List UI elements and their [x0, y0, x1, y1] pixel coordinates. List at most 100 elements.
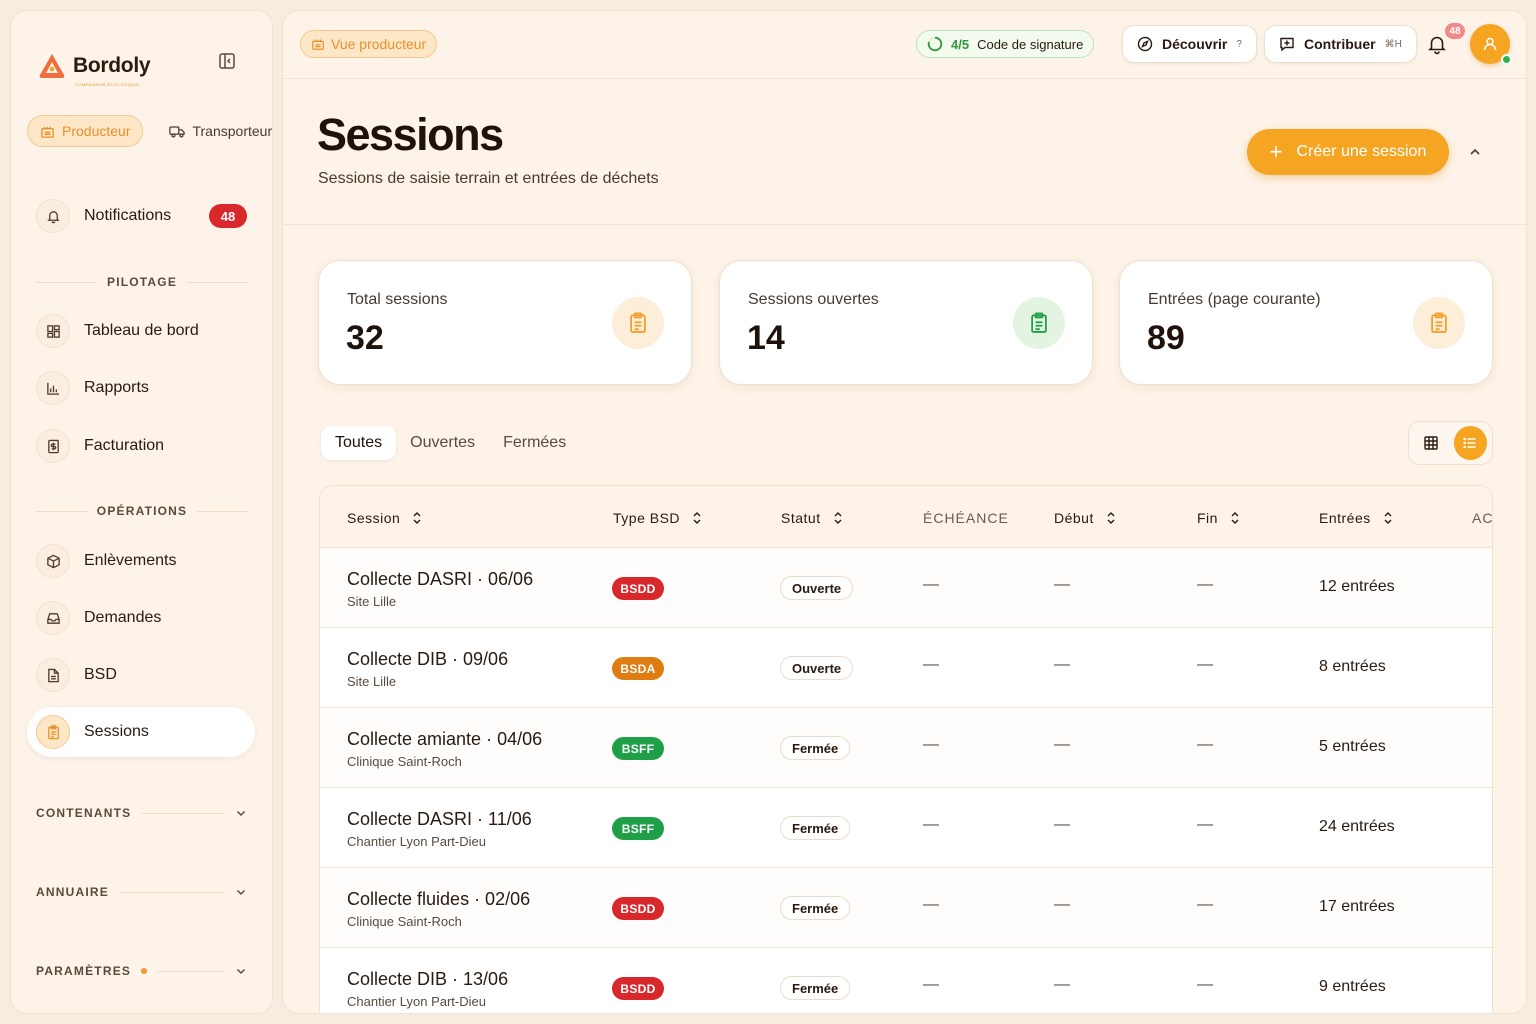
section-operations-label: OPÉRATIONS [96, 504, 188, 518]
factory-icon [41, 126, 54, 138]
role-switch: Producteur Transporteur [27, 115, 284, 147]
fin-value: — [1197, 656, 1213, 673]
fin-value: — [1197, 736, 1213, 753]
section-parametres-label: PARAMÈTRES [36, 964, 132, 978]
session-title[interactable]: Collecte DIB · 09/06 [347, 649, 508, 670]
column-header-type-bsd[interactable]: Type BSD [613, 510, 704, 526]
echeance-value: — [923, 976, 939, 993]
fin-value: — [1197, 816, 1213, 833]
stat-card-entrees: Entrées (page courante) 89 [1119, 260, 1493, 385]
session-title[interactable]: Collecte fluides · 02/06 [347, 889, 530, 910]
session-title[interactable]: Collecte DIB · 13/06 [347, 969, 508, 990]
brand-logo[interactable]: Bordoly [37, 51, 151, 81]
sort-icon [413, 512, 421, 524]
section-parametres[interactable]: PARAMÈTRES [36, 964, 248, 978]
invoice-icon [36, 429, 70, 463]
debut-value: — [1054, 736, 1070, 753]
bell-icon[interactable] [1426, 33, 1448, 55]
column-header-session[interactable]: Session [347, 510, 424, 526]
column-label: Entrées [1319, 510, 1371, 526]
clipboard-icon [1013, 297, 1065, 349]
status-badge: Fermée [780, 896, 851, 920]
bell-icon [36, 199, 70, 233]
sidebar-item-rapports[interactable]: Rapports [27, 363, 255, 413]
sort-icon [1107, 512, 1115, 524]
session-site: Clinique Saint-Roch [347, 754, 462, 769]
document-icon [36, 658, 70, 692]
sort-icon [834, 512, 842, 524]
session-title[interactable]: Collecte DASRI · 11/06 [347, 809, 532, 830]
debut-value: — [1054, 816, 1070, 833]
table-row[interactable]: Collecte DIB · 09/06 Site Lille BSDA Ouv… [320, 628, 1492, 708]
sidebar-item-label: Sessions [84, 723, 149, 740]
create-session-button[interactable]: + Créer une session [1247, 129, 1449, 175]
role-producteur[interactable]: Producteur [27, 115, 144, 147]
discover-hint: ? [1236, 38, 1242, 50]
section-contenants[interactable]: CONTENANTS [36, 806, 248, 820]
bsd-type-badge: BSFF [612, 817, 664, 840]
role-producteur-label: Producteur [62, 123, 131, 139]
column-header-statut[interactable]: Statut [781, 510, 845, 526]
discover-button[interactable]: Découvrir ? [1122, 25, 1257, 63]
table-row[interactable]: Collecte DASRI · 06/06 Site Lille BSDD O… [320, 548, 1492, 628]
list-view-button[interactable] [1453, 426, 1487, 460]
column-label: Début [1054, 510, 1094, 526]
sidebar-item-tableau-de-bord[interactable]: Tableau de bord [27, 306, 255, 356]
discover-label: Découvrir [1162, 36, 1228, 52]
session-site: Clinique Saint-Roch [347, 914, 462, 929]
section-operations: OPÉRATIONS [36, 504, 249, 518]
chevron-up-icon[interactable] [1467, 144, 1483, 160]
compass-icon [1137, 36, 1153, 52]
dashboard-icon [36, 314, 70, 348]
role-transporteur[interactable]: Transporteur [157, 115, 284, 147]
brand-tagline: COMPAGNON ÉCOLOGIQUE [75, 82, 140, 87]
echeance-value: — [923, 896, 939, 913]
table-row[interactable]: Collecte fluides · 02/06 Clinique Saint-… [320, 868, 1492, 948]
sidebar-item-sessions[interactable]: Sessions [27, 707, 255, 757]
topbar: Vue producteur 4/5 Code de signature Déc… [283, 11, 1526, 79]
user-icon [1483, 37, 1497, 51]
entries-count: 17 entrées [1319, 898, 1395, 915]
sidebar-item-facturation[interactable]: Facturation [27, 421, 255, 471]
column-label: Fin [1197, 510, 1218, 526]
column-header-debut[interactable]: Début [1054, 510, 1118, 526]
create-session-label: Créer une session [1296, 143, 1427, 160]
stat-card-sessions-ouvertes: Sessions ouvertes 14 [719, 260, 1093, 385]
sidebar-item-demandes[interactable]: Demandes [27, 593, 255, 643]
sidebar-item-label: Demandes [84, 609, 162, 626]
signature-progress: 4/5 [951, 36, 970, 52]
session-site: Site Lille [347, 594, 397, 609]
entries-count: 8 entrées [1319, 658, 1386, 675]
column-label: ÉCHÉANCE [923, 510, 1009, 526]
entries-count: 24 entrées [1319, 818, 1395, 835]
sidebar-item-label: Enlèvements [84, 552, 177, 569]
column-header-fin[interactable]: Fin [1197, 510, 1242, 526]
session-title[interactable]: Collecte amiante · 04/06 [347, 729, 542, 750]
tab-fermees[interactable]: Fermées [489, 426, 580, 460]
sidebar-item-notifications[interactable]: Notifications 48 [27, 191, 255, 241]
grid-view-button[interactable] [1414, 426, 1448, 460]
column-header-actions: AC [1472, 510, 1493, 526]
contribute-button[interactable]: Contribuer ⌘H [1264, 25, 1417, 63]
view-producteur-pill[interactable]: Vue producteur [300, 30, 438, 58]
column-header-entrees[interactable]: Entrées [1319, 510, 1395, 526]
echeance-value: — [923, 576, 939, 593]
session-title[interactable]: Collecte DASRI · 06/06 [347, 569, 533, 590]
table-row[interactable]: Collecte DASRI · 11/06 Chantier Lyon Par… [320, 788, 1492, 868]
sidebar-item-label: Facturation [84, 437, 165, 454]
sidebar-item-enlevements[interactable]: Enlèvements [27, 536, 255, 586]
tab-toutes[interactable]: Toutes [321, 426, 397, 460]
notifications-count-badge: 48 [209, 204, 247, 228]
status-badge: Fermée [780, 976, 851, 1000]
signature-code-pill[interactable]: 4/5 Code de signature [916, 30, 1095, 58]
table-row[interactable]: Collecte DIB · 13/06 Chantier Lyon Part-… [320, 948, 1492, 1013]
stat-label: Entrées (page courante) [1148, 291, 1321, 308]
section-annuaire[interactable]: ANNUAIRE [36, 885, 248, 899]
column-label: AC [1472, 510, 1493, 526]
stat-label: Total sessions [347, 291, 448, 308]
table-row[interactable]: Collecte amiante · 04/06 Clinique Saint-… [320, 708, 1492, 788]
sidebar-item-bsd[interactable]: BSD [27, 650, 255, 700]
section-contenants-label: CONTENANTS [36, 806, 132, 820]
sidebar-collapse-icon[interactable] [216, 50, 238, 72]
tab-ouvertes[interactable]: Ouvertes [396, 426, 489, 460]
